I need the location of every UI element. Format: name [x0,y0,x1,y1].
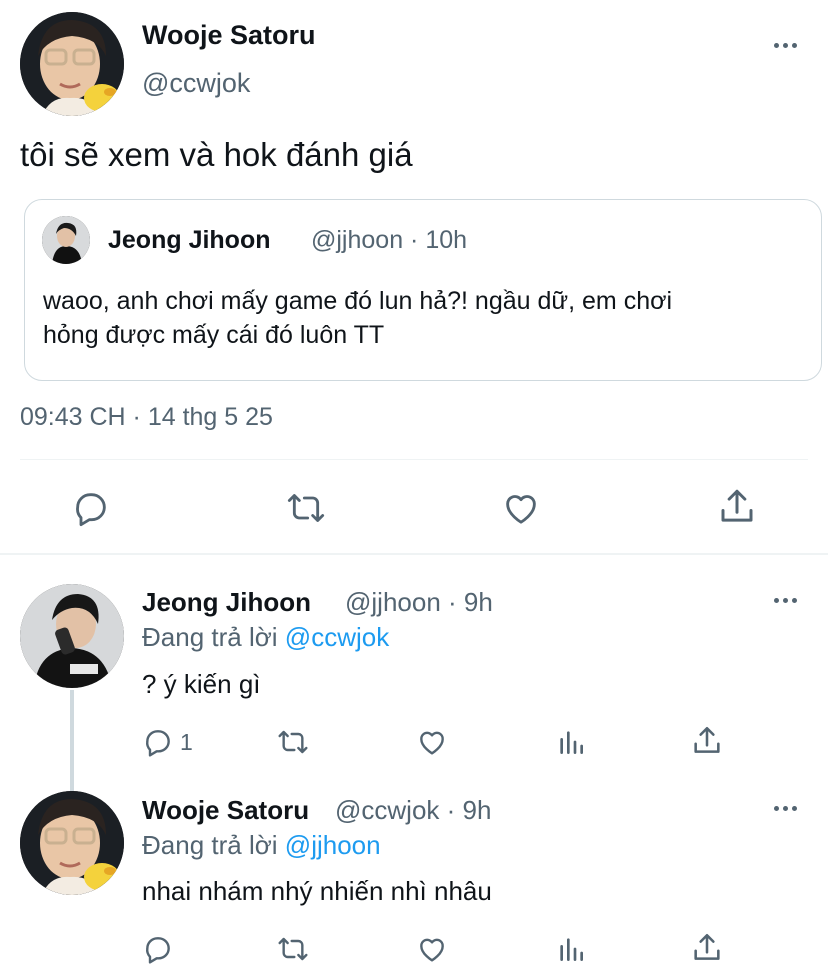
replying-prefix: Đang trả lời [142,622,278,652]
reply-author-avatar[interactable] [20,791,124,895]
author-handle[interactable]: @ccwjok [142,68,250,99]
reply-icon[interactable] [142,726,174,758]
share-icon[interactable] [716,486,758,528]
reply-count: 1 [180,729,193,755]
retweet-icon[interactable] [276,726,310,758]
divider [20,459,808,460]
reply-author-name[interactable]: Jeong Jihoon [142,587,311,618]
replying-to-label: Đang trả lời @ccwjok [142,622,389,653]
reply-icon[interactable] [71,488,111,528]
author-name[interactable]: Wooje Satoru [142,20,316,51]
quote-author-meta: @jjhoon · 10h [311,226,468,254]
share-icon[interactable] [690,724,724,758]
author-avatar[interactable] [20,12,124,116]
section-divider [0,553,828,555]
tweet-text: tôi sẽ xem và hok đánh giá [20,136,413,173]
reply-text: nhai nhám nhý nhiến nhì nhâu [142,876,492,906]
like-icon[interactable] [501,488,541,528]
replying-to-handle[interactable]: @jjhoon [285,830,381,860]
retweet-icon[interactable] [276,933,310,965]
more-icon[interactable] [774,598,797,603]
replying-to-label: Đang trả lời @jjhoon [142,830,381,861]
views-icon[interactable] [555,726,587,758]
more-icon[interactable] [774,43,797,48]
views-icon[interactable] [555,933,587,965]
quote-card[interactable]: Jeong Jihoon @jjhoon · 10h waoo, anh chơ… [24,199,822,381]
reply-text: ? ý kiến gì [142,669,261,699]
like-icon[interactable] [416,933,448,965]
quote-text-line1: waoo, anh chơi mấy game đó lun hả?! ngầu… [43,287,673,315]
quote-author-avatar [42,216,90,264]
replying-to-handle[interactable]: @ccwjok [285,622,389,652]
reply-author-avatar[interactable] [20,584,124,688]
thread-line [70,690,74,792]
tweet-timestamp[interactable]: 09:43 CH · 14 thg 5 25 [20,403,273,432]
more-icon[interactable] [774,806,797,811]
quote-text-line2: hỏng được mấy cái đó luôn TT [43,321,385,349]
reply-author-name[interactable]: Wooje Satoru [142,795,309,826]
share-icon[interactable] [690,931,724,965]
retweet-icon[interactable] [285,488,327,528]
reply-author-meta[interactable]: @jjhoon · 9h [345,587,493,618]
reply-icon[interactable] [142,933,174,965]
like-icon[interactable] [416,726,448,758]
replying-prefix: Đang trả lời [142,830,278,860]
reply-author-meta[interactable]: @ccwjok · 9h [335,795,491,826]
quote-author-name: Jeong Jihoon [108,226,271,254]
